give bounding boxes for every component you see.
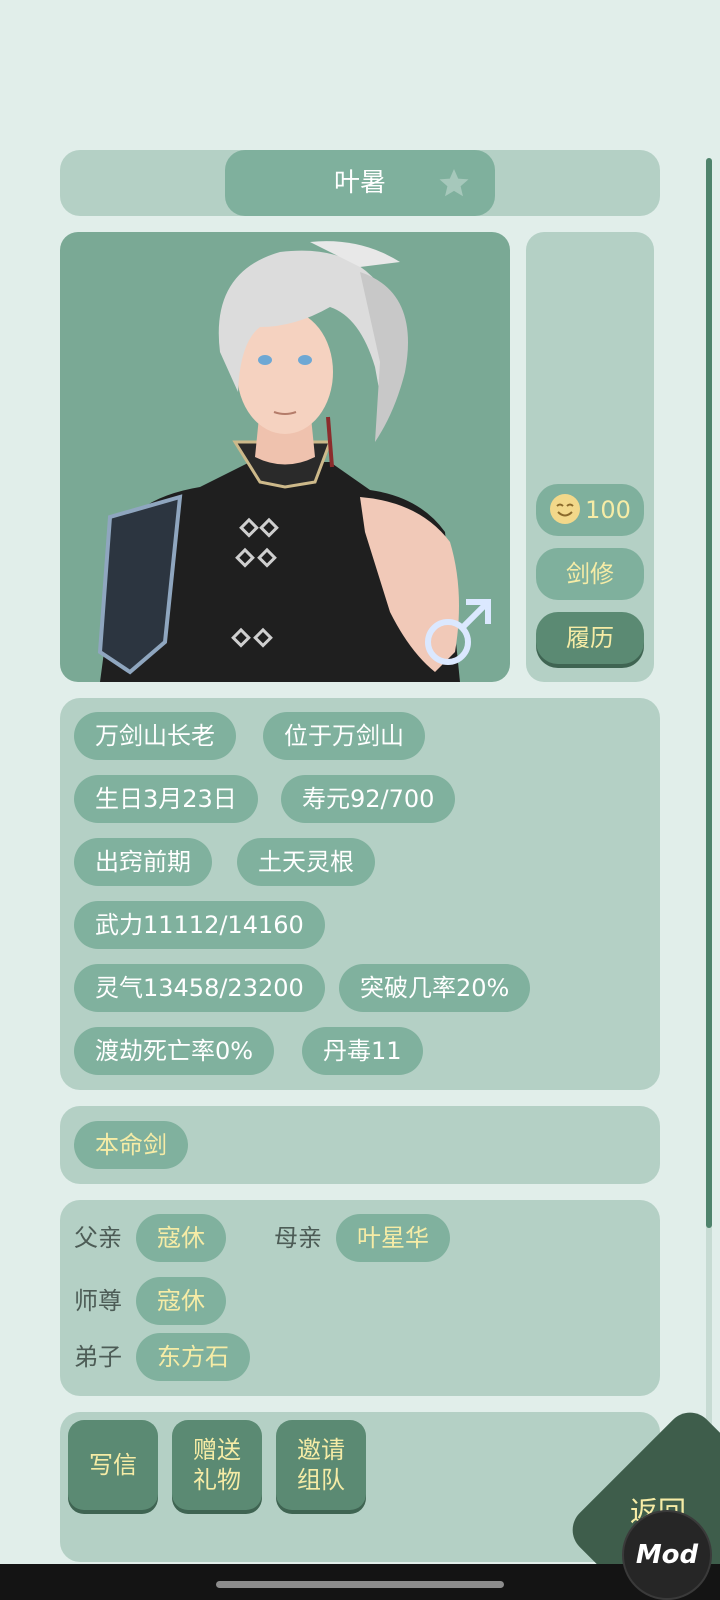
father-name[interactable]: 寇休 — [136, 1214, 226, 1262]
home-indicator[interactable] — [216, 1581, 504, 1588]
mood-value: 100 — [585, 496, 631, 524]
natal-sword-button[interactable]: 本命剑 — [74, 1121, 188, 1169]
actions-card: 写信 赠送 礼物 邀请 组队 — [60, 1412, 660, 1562]
disciple-name[interactable]: 东方石 — [136, 1333, 250, 1381]
male-symbol-icon — [425, 599, 491, 665]
smiley-face-icon — [550, 494, 581, 524]
character-screen: 叶暑 100 剑修 履历 万剑山长老 位于万剑山 生日3月23日 寿元92/70… — [0, 0, 720, 1600]
spirit-root-pill[interactable]: 土天灵根 — [237, 838, 375, 886]
tribulation-death-pill[interactable]: 渡劫死亡率0% — [74, 1027, 275, 1075]
side-panel: 100 剑修 履历 — [526, 232, 654, 682]
write-letter-label: 写信 — [89, 1451, 137, 1479]
send-gift-label-line1: 赠送 — [193, 1436, 241, 1464]
character-name-tab[interactable]: 叶暑 — [225, 150, 495, 216]
natal-sword-card: 本命剑 — [60, 1106, 660, 1184]
mod-badge[interactable]: Mod — [622, 1510, 712, 1600]
birthday-pill[interactable]: 生日3月23日 — [74, 775, 258, 823]
character-portrait — [60, 232, 510, 682]
lifespan-pill[interactable]: 寿元92/700 — [281, 775, 456, 823]
send-gift-label-line2: 礼物 — [193, 1466, 241, 1494]
attributes-card: 万剑山长老 位于万剑山 生日3月23日 寿元92/700 出窍前期 土天灵根 武… — [60, 698, 660, 1090]
realm-pill[interactable]: 出窍前期 — [74, 838, 212, 886]
relations-card: 父亲 寇休 母亲 叶星华 师尊 寇休 弟子 东方石 — [60, 1200, 660, 1396]
breakthrough-pill[interactable]: 突破几率20% — [339, 964, 531, 1012]
mother-label: 母亲 — [274, 1224, 322, 1252]
mother-name[interactable]: 叶星华 — [336, 1214, 450, 1262]
class-button[interactable]: 剑修 — [536, 548, 644, 600]
invite-team-button[interactable]: 邀请 组队 — [276, 1420, 366, 1510]
invite-team-label-line2: 组队 — [297, 1466, 345, 1494]
qi-pill[interactable]: 灵气13458/23200 — [74, 964, 325, 1012]
send-gift-button[interactable]: 赠送 礼物 — [172, 1420, 262, 1510]
master-label: 师尊 — [74, 1287, 122, 1315]
location-pill[interactable]: 位于万剑山 — [263, 712, 425, 760]
mood-indicator[interactable]: 100 — [536, 484, 644, 536]
title-pill[interactable]: 万剑山长老 — [74, 712, 236, 760]
scrollbar-thumb[interactable] — [706, 158, 712, 1228]
father-label: 父亲 — [74, 1224, 122, 1252]
pill-poison-pill[interactable]: 丹毒11 — [302, 1027, 423, 1075]
power-pill[interactable]: 武力11112/14160 — [74, 901, 325, 949]
invite-team-label-line1: 邀请 — [297, 1436, 345, 1464]
disciple-label: 弟子 — [74, 1343, 122, 1371]
master-name[interactable]: 寇休 — [136, 1277, 226, 1325]
mod-badge-text: Mod — [635, 1540, 699, 1570]
history-button[interactable]: 履历 — [536, 612, 644, 664]
title-bar: 叶暑 — [60, 150, 660, 216]
scrollbar[interactable] — [706, 158, 712, 1430]
write-letter-button[interactable]: 写信 — [68, 1420, 158, 1510]
star-icon[interactable] — [438, 167, 470, 199]
